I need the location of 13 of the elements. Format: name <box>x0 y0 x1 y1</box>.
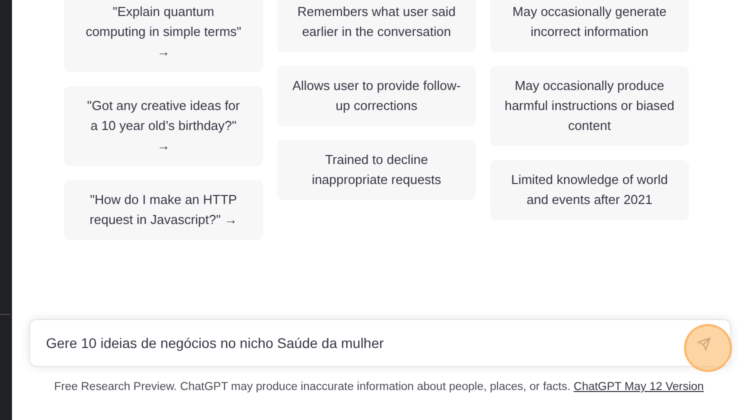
capability-card: Remembers what user said earlier in the conversation <box>277 0 476 52</box>
send-icon <box>697 337 711 351</box>
capability-card: Trained to decline inappropriate requests <box>277 140 476 200</box>
version-link[interactable]: ChatGPT May 12 Version <box>574 381 704 393</box>
disclaimer-text: Free Research Preview. ChatGPT may produce inaccurate information about people, places, or facts. ChatGPT May 12 Version <box>54 380 704 395</box>
capability-card: Allows user to provide follow-up corrections <box>277 66 476 126</box>
example-prompt-button[interactable]: "Got any creative ideas for a 10 year old’s birthday?" → <box>64 86 263 166</box>
limitation-card: May occasionally generate incorrect information <box>490 0 689 52</box>
example-prompt-button[interactable]: "How do I make an HTTP request in Javascript?" → <box>64 180 263 240</box>
example-prompt-button[interactable]: "Explain quantum computing in simple terms" → <box>64 0 263 72</box>
limitation-card: Limited knowledge of world and events after 2021 <box>490 160 689 220</box>
prompt-input[interactable]: Gere 10 ideias de negócios no nicho Saúde da mulher <box>46 332 682 354</box>
limitation-card: May occasionally produce harmful instructions or biased content <box>490 66 689 146</box>
